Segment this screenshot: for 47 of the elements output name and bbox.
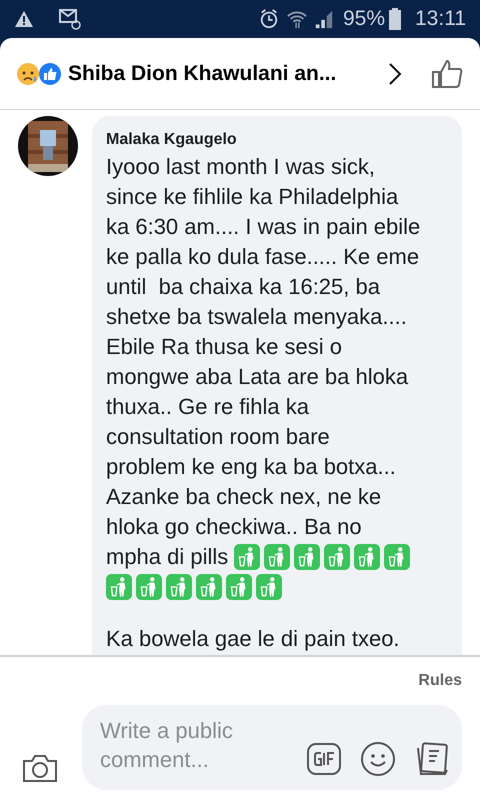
- mail-icon: [58, 8, 82, 30]
- litter-icon: [354, 544, 380, 570]
- comment-text: Azanke ba check nex, ne ke: [106, 483, 382, 511]
- battery-percent: 95%: [342, 6, 385, 32]
- litter-icon: [324, 544, 350, 570]
- comment-text: mongwe aba Lata are ba hloka: [106, 363, 410, 391]
- sad-face-icon: [16, 62, 40, 86]
- comment-text: Ebile Ra thusa ke sesi o: [106, 333, 344, 361]
- sticker-icon[interactable]: [414, 740, 450, 776]
- smiley-icon[interactable]: [360, 740, 396, 776]
- gif-icon[interactable]: [306, 740, 342, 776]
- litter-icon: [196, 574, 222, 600]
- like-icon: [38, 62, 62, 86]
- comment-input[interactable]: Write a public comment...: [100, 716, 270, 780]
- warning-icon: [14, 10, 34, 28]
- litter-icon: [234, 544, 260, 570]
- litter-icon: [166, 574, 192, 600]
- comment-text: until ba chaixa ka 16:25, ba: [106, 273, 381, 301]
- camera-icon[interactable]: [22, 753, 58, 783]
- post-title[interactable]: Shiba Dion Khawulani an...: [68, 58, 336, 90]
- comment-text: problem ke eng ka ba botxa...: [106, 453, 397, 481]
- thumbs-up-icon[interactable]: [432, 58, 464, 88]
- comment-text: shetxe ba tswalela menyaka....: [106, 303, 408, 331]
- battery-icon: [389, 8, 401, 30]
- litter-icon: [294, 544, 320, 570]
- wifi-icon: [286, 9, 307, 29]
- comment-text: ka 6:30 am.... I was in pain ebile: [106, 213, 422, 241]
- comment-text: Iyooo last month I was sick,: [106, 153, 376, 181]
- comment-text: mpha di pills: [106, 543, 228, 571]
- author-name[interactable]: Malaka Kgaugelo: [106, 128, 452, 152]
- litter-icon: [384, 544, 410, 570]
- comment-text: ke palla ko dula fase..... Ke eme: [106, 243, 420, 271]
- alarm-icon: [258, 9, 279, 29]
- litter-icon: [256, 574, 282, 600]
- litter-icon: [136, 574, 162, 600]
- comment-text: thuxa.. Ge re fihla ka: [106, 393, 310, 421]
- litter-icon: [264, 544, 290, 570]
- clock: 13:11: [415, 6, 466, 32]
- comment-text: since ke fihlile ka Philadelphia: [106, 183, 400, 211]
- comment-text: consultation room bare: [106, 423, 331, 451]
- litter-icon: [226, 574, 252, 600]
- litter-icon: [106, 574, 132, 600]
- rules-link[interactable]: Rules: [418, 669, 462, 693]
- chevron-right-icon[interactable]: [388, 62, 402, 86]
- comment-field[interactable]: Write a public comment...: [82, 705, 462, 790]
- comment-text: Ka bowela gae le di pain txeo.: [106, 625, 401, 653]
- comment-text: hloka go checkiwa.. Ba no: [106, 513, 363, 541]
